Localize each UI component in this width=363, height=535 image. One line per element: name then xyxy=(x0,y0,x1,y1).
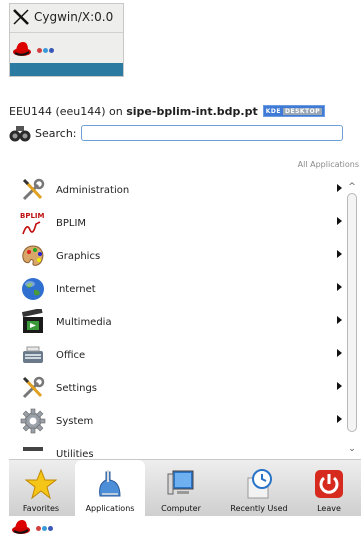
scroll-down-icon[interactable]: ⌄ xyxy=(347,445,357,454)
list-item-label: BPLIM xyxy=(56,217,87,229)
system-tray-dots[interactable] xyxy=(37,48,54,53)
application-list: Administration BPLIM BPLIM Graphics Inte… xyxy=(0,170,344,459)
submenu-arrow-icon xyxy=(337,283,342,291)
list-item-utilities[interactable]: Utilities xyxy=(20,439,342,459)
list-item-office[interactable]: Office xyxy=(20,340,342,370)
submenu-arrow-icon xyxy=(337,250,342,258)
tab-label: Recently Used xyxy=(230,504,288,513)
kde-badge-label: KDE xyxy=(265,107,281,115)
tab-label: Applications xyxy=(85,504,135,513)
list-item-internet[interactable]: Internet xyxy=(20,274,342,304)
svg-text:BPLIM: BPLIM xyxy=(20,212,45,220)
list-item-graphics[interactable]: Graphics xyxy=(20,241,342,271)
gear-icon xyxy=(20,408,46,434)
submenu-arrow-icon xyxy=(337,349,342,357)
list-item-label: Graphics xyxy=(56,250,101,262)
list-header: All Applications xyxy=(297,160,359,169)
search-label: Search: xyxy=(35,126,77,140)
on-word: on xyxy=(109,104,123,118)
tab-applications[interactable]: Applications xyxy=(75,460,145,516)
tab-label: Leave xyxy=(317,504,341,513)
typewriter-icon xyxy=(23,346,43,363)
film-icon xyxy=(21,309,43,333)
list-item-label: Administration xyxy=(56,184,130,196)
kde-desktop-badge: KDE DESKTOP xyxy=(262,105,326,117)
redhat-icon[interactable] xyxy=(12,39,32,57)
scroll-up-icon[interactable]: ^ xyxy=(347,183,357,192)
tab-recently-used[interactable]: Recently Used xyxy=(219,460,299,516)
tab-leave[interactable]: Leave xyxy=(301,460,357,516)
applications-icon xyxy=(99,470,121,497)
palette-icon xyxy=(22,245,44,266)
x-logo-icon xyxy=(13,9,29,25)
desktop-badge-label: DESKTOP xyxy=(282,107,323,115)
list-scrollbar[interactable]: ^ ⌄ xyxy=(346,183,359,454)
scrollbar-thumb[interactable] xyxy=(347,193,357,432)
list-item-settings[interactable]: Settings xyxy=(20,373,342,403)
submenu-arrow-icon xyxy=(337,316,342,324)
submenu-arrow-icon xyxy=(337,217,342,225)
tray-dot xyxy=(42,526,47,531)
tab-label: Computer xyxy=(161,504,201,513)
binoculars-icon xyxy=(9,126,31,142)
bplim-logo-icon: BPLIM xyxy=(20,212,45,235)
list-item-label: System xyxy=(56,415,94,427)
window-title-text: Cygwin/X:0.0 xyxy=(34,10,114,24)
tray-dot xyxy=(49,48,54,53)
tab-label: Favorites xyxy=(22,504,60,513)
mini-taskbar: Cygwin/X:0.0 xyxy=(9,3,124,77)
tray-dot xyxy=(37,48,42,53)
tray-dot xyxy=(43,48,48,53)
list-item-label: Utilities xyxy=(56,448,94,460)
list-item-bplim[interactable]: BPLIM BPLIM xyxy=(20,208,342,238)
taskbar-strip xyxy=(10,63,123,76)
system-tray-dots[interactable] xyxy=(36,526,53,531)
bottom-taskbar xyxy=(9,517,361,535)
host-name: sipe-bplim-int.bdp.pt xyxy=(126,104,258,118)
computer-icon xyxy=(167,470,194,495)
tray-dot xyxy=(36,526,41,531)
list-item-label: Multimedia xyxy=(56,316,112,328)
star-icon xyxy=(25,468,57,500)
tab-favorites[interactable]: Favorites xyxy=(11,460,71,516)
list-item-system[interactable]: System xyxy=(20,406,342,436)
session-header: EEU144 (eeu144) on sipe-bplim-int.bdp.pt… xyxy=(9,103,354,119)
globe-icon xyxy=(22,278,44,300)
tab-computer[interactable]: Computer xyxy=(151,460,211,516)
user-name: EEU144 (eeu144) xyxy=(9,104,106,118)
launcher-tabbar: Favorites Applications Computer Recently… xyxy=(9,459,361,516)
list-item-label: Internet xyxy=(56,283,96,295)
list-item-multimedia[interactable]: Multimedia xyxy=(20,307,342,337)
submenu-arrow-icon xyxy=(337,184,342,192)
tools-icon xyxy=(22,376,45,399)
utilities-icon xyxy=(23,447,43,451)
tray-dot xyxy=(48,526,53,531)
tools-icon xyxy=(22,178,45,201)
window-title[interactable]: Cygwin/X:0.0 xyxy=(10,6,113,28)
search-row: Search: xyxy=(9,121,354,145)
redhat-icon[interactable] xyxy=(11,517,31,535)
list-item-label: Settings xyxy=(56,382,98,394)
search-input[interactable] xyxy=(80,125,343,141)
submenu-arrow-icon xyxy=(337,382,342,390)
submenu-arrow-icon xyxy=(337,415,342,423)
clock-icon xyxy=(247,469,272,499)
power-icon xyxy=(315,470,343,498)
divider xyxy=(10,32,123,33)
list-item-label: Office xyxy=(56,349,86,361)
list-item-administration[interactable]: Administration xyxy=(20,175,342,205)
